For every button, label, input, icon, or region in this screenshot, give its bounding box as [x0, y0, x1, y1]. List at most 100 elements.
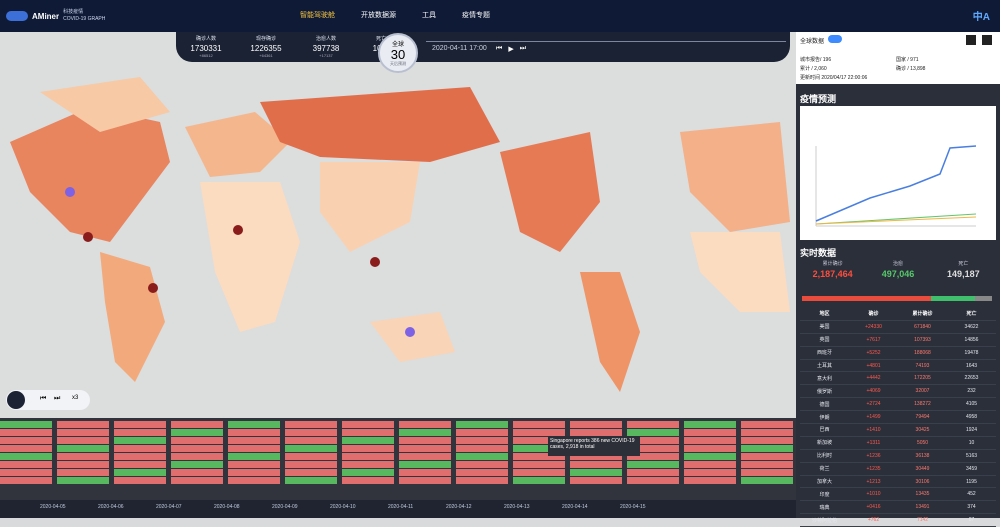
news-card[interactable]	[171, 477, 223, 484]
news-timeline[interactable]	[0, 418, 796, 500]
table-row[interactable]: 沙特阿拉伯 +762 7142 87	[800, 514, 996, 527]
news-card[interactable]	[741, 469, 793, 476]
news-card[interactable]	[171, 461, 223, 468]
news-card[interactable]	[684, 461, 736, 468]
news-card[interactable]	[0, 469, 52, 476]
news-card[interactable]	[228, 421, 280, 428]
news-card[interactable]	[741, 421, 793, 428]
news-card[interactable]	[741, 429, 793, 436]
news-card[interactable]	[0, 453, 52, 460]
news-card[interactable]	[513, 429, 565, 436]
news-card[interactable]	[456, 461, 508, 468]
map-marker-icon[interactable]	[370, 257, 380, 267]
table-row[interactable]: 土耳其 +4801 74193 1643	[800, 360, 996, 373]
news-card[interactable]	[399, 445, 451, 452]
news-card[interactable]	[627, 461, 679, 468]
news-card[interactable]	[684, 437, 736, 444]
table-row[interactable]: 俄罗斯 +4069 32007 232	[800, 385, 996, 399]
news-card[interactable]	[171, 429, 223, 436]
news-card[interactable]	[342, 469, 394, 476]
news-card[interactable]	[57, 437, 109, 444]
news-card[interactable]	[114, 477, 166, 484]
news-card[interactable]	[114, 453, 166, 460]
news-card[interactable]	[0, 437, 52, 444]
news-card[interactable]	[570, 429, 622, 436]
news-card[interactable]	[228, 461, 280, 468]
date-label[interactable]: 2020-04-10	[330, 504, 356, 510]
map-marker-icon[interactable]	[83, 232, 93, 242]
news-card[interactable]	[684, 445, 736, 452]
step-forward-icon[interactable]: ⏭	[54, 395, 60, 403]
date-label[interactable]: 2020-04-07	[156, 504, 182, 510]
table-row[interactable]: 意大利 +4442 172205 22653	[800, 372, 996, 386]
map-marker-icon[interactable]	[405, 327, 415, 337]
news-card[interactable]	[114, 469, 166, 476]
news-card[interactable]	[114, 445, 166, 452]
news-card[interactable]	[684, 421, 736, 428]
news-card[interactable]	[57, 445, 109, 452]
map-marker-icon[interactable]	[65, 187, 75, 197]
news-card[interactable]	[741, 461, 793, 468]
news-card[interactable]	[228, 469, 280, 476]
news-card[interactable]	[741, 477, 793, 484]
date-label[interactable]: 2020-04-12	[446, 504, 472, 510]
news-card[interactable]	[285, 429, 337, 436]
predict-chart[interactable]	[800, 106, 996, 240]
news-card[interactable]	[228, 445, 280, 452]
news-card[interactable]	[285, 461, 337, 468]
nav-open-data[interactable]: 开放数据源	[361, 10, 396, 20]
news-card[interactable]	[456, 477, 508, 484]
table-row[interactable]: 伊朗 +1499 79494 4958	[800, 411, 996, 425]
next-icon[interactable]: ⏭	[520, 45, 526, 53]
news-card[interactable]	[342, 477, 394, 484]
date-label[interactable]: 2020-04-08	[214, 504, 240, 510]
news-card[interactable]	[456, 421, 508, 428]
news-card[interactable]	[399, 453, 451, 460]
news-card[interactable]	[0, 429, 52, 436]
news-card[interactable]	[513, 469, 565, 476]
table-row[interactable]: 加拿大 +1213 30106 1195	[800, 476, 996, 489]
global-data-toggle[interactable]	[828, 35, 842, 43]
play-button[interactable]	[7, 391, 25, 409]
news-card[interactable]	[627, 477, 679, 484]
prev-icon[interactable]: ⏮	[496, 45, 502, 53]
news-card[interactable]	[285, 445, 337, 452]
news-card[interactable]	[741, 437, 793, 444]
news-card[interactable]	[114, 429, 166, 436]
news-card[interactable]	[456, 469, 508, 476]
news-card[interactable]	[342, 461, 394, 468]
news-card[interactable]	[627, 429, 679, 436]
date-label[interactable]: 2020-04-09	[272, 504, 298, 510]
news-card[interactable]	[285, 453, 337, 460]
news-card[interactable]	[228, 437, 280, 444]
news-card[interactable]	[570, 461, 622, 468]
news-card[interactable]	[57, 461, 109, 468]
table-row[interactable]: 比利时 +1236 36138 5163	[800, 450, 996, 463]
date-label[interactable]: 2020-04-15	[620, 504, 646, 510]
step-back-icon[interactable]: ⏮	[40, 395, 46, 403]
news-card[interactable]	[342, 445, 394, 452]
news-card[interactable]	[570, 421, 622, 428]
news-card[interactable]	[0, 421, 52, 428]
news-card[interactable]	[456, 453, 508, 460]
news-card[interactable]	[57, 429, 109, 436]
nav-epidemic-topic[interactable]: 疫情专题	[462, 10, 490, 20]
news-card[interactable]	[228, 453, 280, 460]
table-row[interactable]: 德国 +2724 138272 4105	[800, 398, 996, 412]
table-row[interactable]: 荷兰 +1235 30449 3459	[800, 463, 996, 476]
news-card[interactable]	[399, 469, 451, 476]
news-card[interactable]	[171, 437, 223, 444]
news-card[interactable]	[342, 421, 394, 428]
news-card[interactable]	[456, 429, 508, 436]
news-card[interactable]	[684, 429, 736, 436]
logo[interactable]: AMiner 科技疫情 COVID-19 GRAPH	[6, 9, 105, 23]
news-card[interactable]	[171, 421, 223, 428]
news-card[interactable]	[627, 469, 679, 476]
news-card[interactable]	[0, 445, 52, 452]
date-label[interactable]: 2020-04-14	[562, 504, 588, 510]
news-card[interactable]	[57, 477, 109, 484]
news-card[interactable]	[456, 445, 508, 452]
table-row[interactable]: 英国 +7617 107393 14856	[800, 334, 996, 347]
news-card[interactable]	[513, 461, 565, 468]
news-card[interactable]	[0, 477, 52, 484]
